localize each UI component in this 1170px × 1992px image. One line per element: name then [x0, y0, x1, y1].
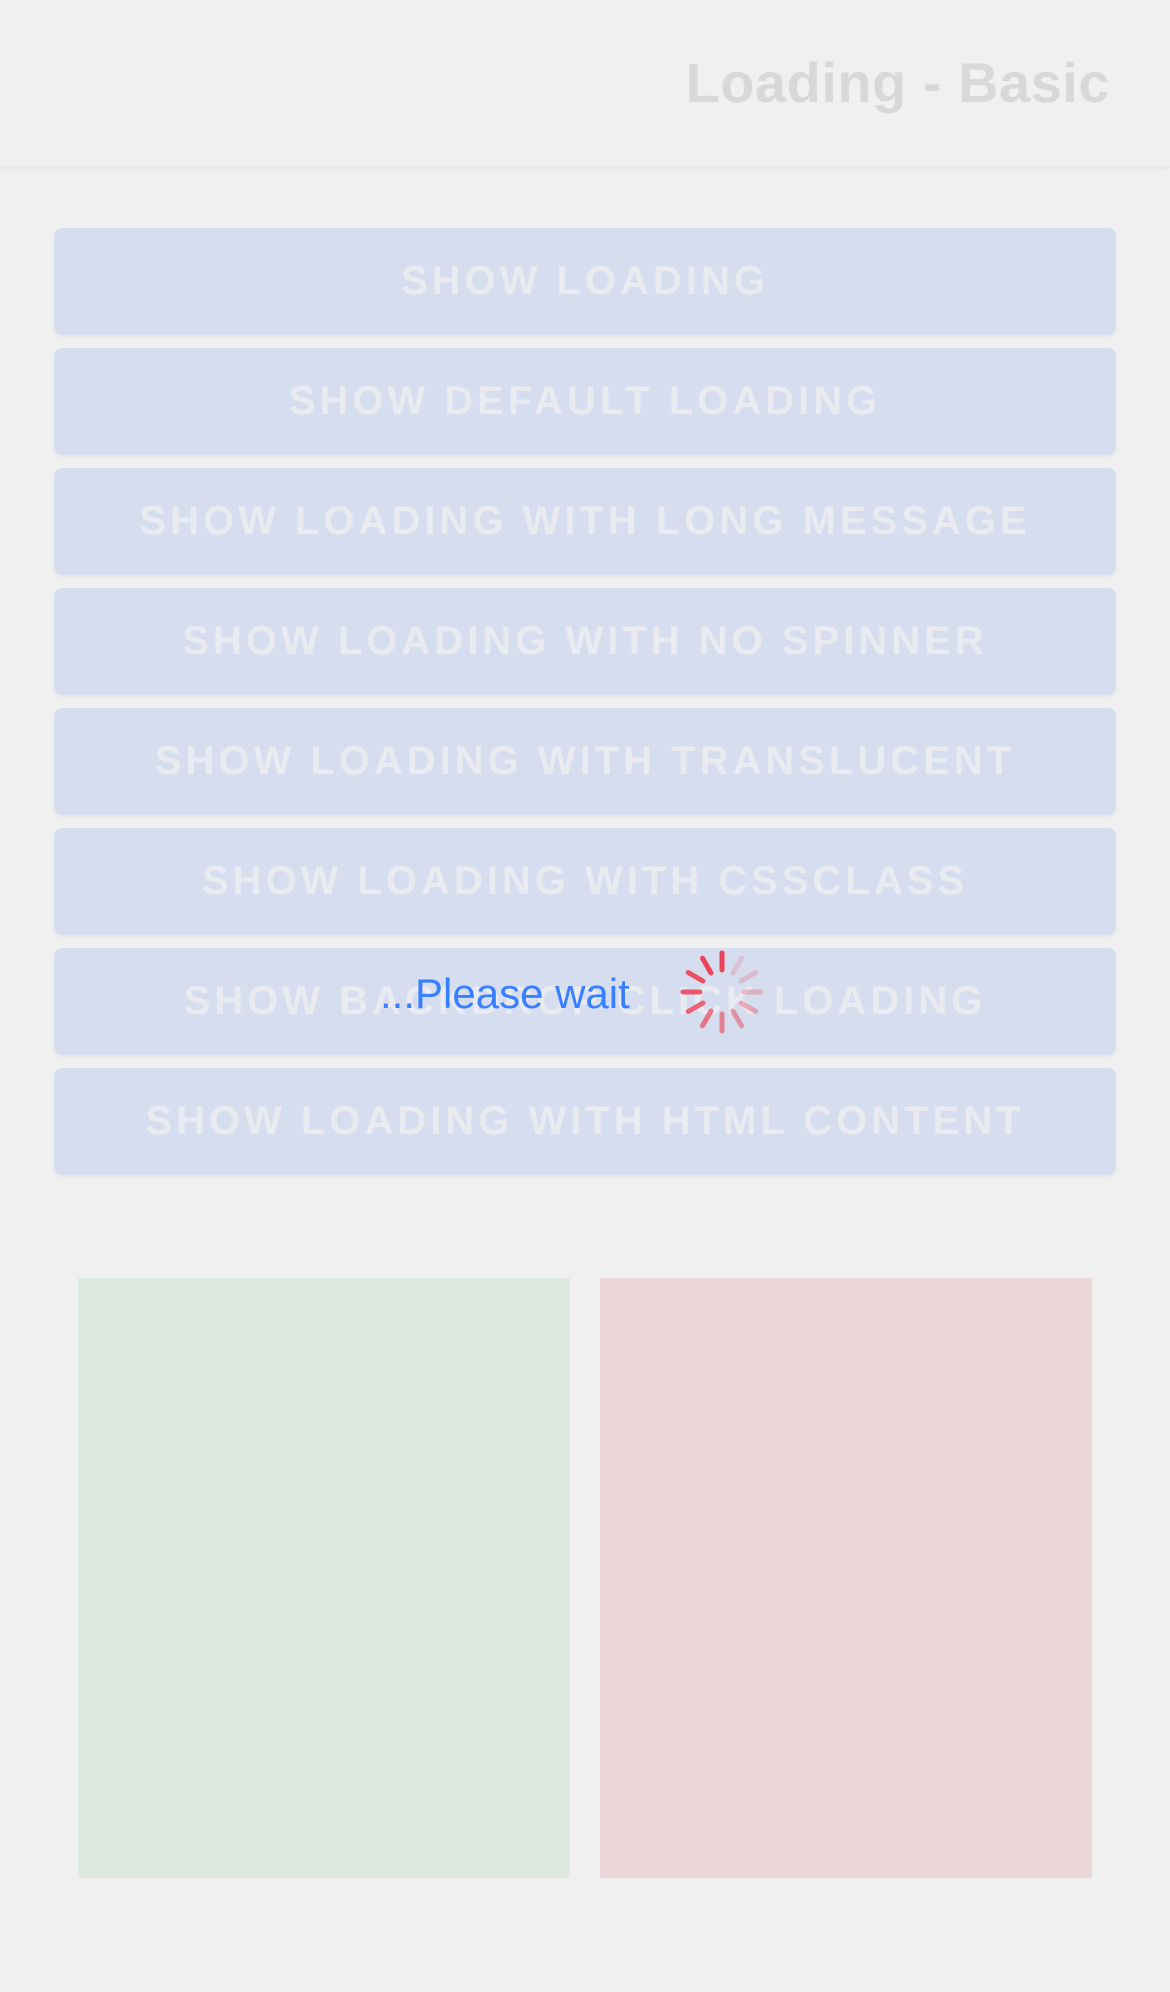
spinner-line — [685, 1000, 706, 1014]
button-list: Show Loading Show Default Loading Show L… — [54, 228, 1116, 1188]
show-default-loading-button[interactable]: Show Default Loading — [54, 348, 1116, 455]
loading-message: ...Please wait — [380, 970, 630, 1017]
spinner-line — [730, 955, 744, 975]
spinner-line — [730, 1008, 744, 1028]
spinner-line — [699, 1008, 714, 1028]
show-translucent-button[interactable]: Show Loading with translucent — [54, 708, 1116, 815]
spinner-line — [738, 1000, 759, 1014]
lines-spinner-icon — [680, 950, 764, 1039]
green-box — [78, 1278, 570, 1878]
show-cssclass-button[interactable]: Show Loading with cssclass — [54, 828, 1116, 935]
show-loading-button[interactable]: Show Loading — [54, 228, 1116, 335]
page-title: Loading - Basic — [685, 51, 1110, 114]
color-boxes — [78, 1278, 1092, 1878]
app-page: Loading - Basic Show Loading Show Defaul… — [0, 0, 1170, 1992]
spinner-line — [738, 969, 759, 983]
show-no-spinner-button[interactable]: Show Loading with no spinner — [54, 588, 1116, 695]
show-html-content-button[interactable]: Show Loading with HTML content — [54, 1068, 1116, 1175]
pink-box — [600, 1278, 1092, 1878]
toolbar: Loading - Basic — [0, 0, 1170, 167]
show-long-message-button[interactable]: Show Loading with long message — [54, 468, 1116, 575]
spinner-line — [685, 969, 706, 983]
spinner-svg — [680, 950, 764, 1033]
loading-overlay: ...Please wait — [380, 944, 764, 1044]
spinner-line — [699, 955, 714, 975]
